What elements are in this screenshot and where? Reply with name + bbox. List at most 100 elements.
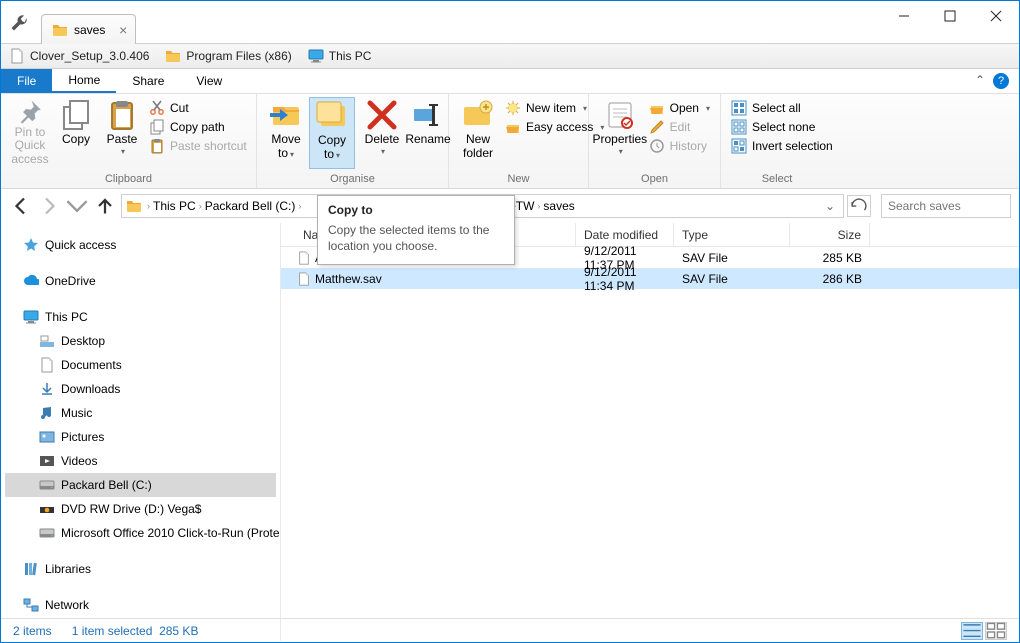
view-icons-button[interactable]	[985, 622, 1007, 640]
tree-this-pc[interactable]: This PC	[5, 305, 276, 329]
hdd-icon	[39, 477, 55, 493]
edit-button[interactable]: Edit	[645, 118, 714, 136]
search-input[interactable]	[888, 199, 1020, 213]
copy-button[interactable]: Copy	[53, 97, 99, 169]
view-details-button[interactable]	[961, 622, 983, 640]
tree-videos[interactable]: Videos	[5, 449, 276, 473]
bookmark-label: Clover_Setup_3.0.406	[30, 49, 149, 63]
window-minimize-button[interactable]	[881, 1, 927, 31]
bookmark-item[interactable]: Program Files (x86)	[165, 48, 291, 64]
open-button[interactable]: Open▾	[645, 99, 714, 117]
label: Network	[45, 598, 89, 612]
pictures-icon	[39, 429, 55, 445]
window-maximize-button[interactable]	[927, 1, 973, 31]
tree-network[interactable]: Network	[5, 593, 276, 617]
rename-button[interactable]: Rename	[405, 97, 451, 169]
window-close-button[interactable]	[973, 1, 1019, 31]
delete-button[interactable]: Delete▾	[359, 97, 405, 169]
label: Rename	[405, 133, 450, 147]
ribbon-collapse-icon[interactable]: ⌃	[975, 73, 985, 87]
cut-button[interactable]: Cut	[145, 99, 251, 117]
select-none-icon	[731, 119, 747, 135]
tab-home[interactable]: Home	[52, 69, 116, 93]
breadcrumb-item[interactable]: Packard Bell (C:)›	[205, 199, 302, 213]
tooltip-title: Copy to	[328, 203, 504, 217]
tree-music[interactable]: Music	[5, 401, 276, 425]
group-label-new: New	[455, 173, 582, 187]
status-selection: 1 item selected 285 KB	[72, 624, 199, 638]
tree-pictures[interactable]: Pictures	[5, 425, 276, 449]
network-icon	[23, 597, 39, 613]
nav-history-dropdown[interactable]	[65, 194, 89, 218]
crumb-label: saves	[543, 199, 574, 213]
label: Downloads	[61, 382, 120, 396]
copy-to-button[interactable]: Copy to▾	[309, 97, 355, 169]
file-name: Matthew.sav	[315, 272, 382, 286]
file-icon	[297, 272, 311, 286]
search-box[interactable]	[881, 194, 1011, 218]
tree-desktop[interactable]: Desktop	[5, 329, 276, 353]
properties-icon	[604, 99, 636, 131]
tree-quick-access[interactable]: Quick access	[5, 233, 276, 257]
tree-dvd-drive[interactable]: DVD RW Drive (D:) Vega$	[5, 497, 276, 521]
paste-shortcut-button[interactable]: Paste shortcut	[145, 137, 251, 155]
move-to-icon	[270, 99, 302, 131]
select-none-button[interactable]: Select none	[727, 118, 837, 136]
address-dropdown-icon[interactable]: ⌄	[821, 199, 839, 213]
label: Properties	[592, 133, 647, 147]
folder-icon	[126, 198, 142, 214]
new-folder-button[interactable]: New folder	[455, 97, 501, 169]
copy-path-button[interactable]: Copy path	[145, 118, 251, 136]
tab-close-icon[interactable]: ×	[119, 22, 127, 38]
move-to-button[interactable]: Move to▾	[263, 97, 309, 169]
file-size: 286 KB	[790, 272, 870, 286]
navigation-tree: Quick access OneDrive This PC Desktop Do…	[1, 223, 281, 641]
tab-view[interactable]: View	[180, 69, 238, 93]
column-type[interactable]: Type	[674, 223, 790, 246]
rename-icon	[412, 99, 444, 131]
tree-drive-c[interactable]: Packard Bell (C:)	[5, 473, 276, 497]
tab-share[interactable]: Share	[116, 69, 180, 93]
nav-forward-button[interactable]	[37, 194, 61, 218]
tree-office-drive[interactable]: Microsoft Office 2010 Click-to-Run (Prot…	[5, 521, 276, 545]
tree-libraries[interactable]: Libraries	[5, 557, 276, 581]
label: Pictures	[61, 430, 104, 444]
breadcrumb-item[interactable]: This PC›	[153, 199, 202, 213]
group-label-open: Open	[595, 173, 714, 187]
refresh-button[interactable]	[847, 195, 871, 217]
tab-file[interactable]: File	[1, 69, 52, 93]
tree-downloads[interactable]: Downloads	[5, 377, 276, 401]
label: Open	[670, 101, 699, 115]
path-icon	[149, 119, 165, 135]
label: Edit	[670, 120, 691, 134]
paste-icon	[106, 99, 138, 131]
documents-icon	[39, 357, 55, 373]
nav-back-button[interactable]	[9, 194, 33, 218]
column-size[interactable]: Size	[790, 223, 870, 246]
ribbon: Pin to Quick access Copy Paste ▾ Cut Cop…	[1, 94, 1019, 189]
tree-onedrive[interactable]: OneDrive	[5, 269, 276, 293]
properties-button[interactable]: Properties▾	[595, 97, 645, 169]
help-icon[interactable]: ?	[993, 73, 1009, 89]
label: Paste shortcut	[170, 139, 247, 153]
select-all-button[interactable]: Select all	[727, 99, 837, 117]
nav-up-button[interactable]	[93, 194, 117, 218]
bookmark-item[interactable]: This PC	[308, 48, 372, 64]
folder-icon	[165, 48, 181, 64]
group-label-clipboard: Clipboard	[7, 173, 250, 187]
browser-tab-saves[interactable]: saves ×	[41, 14, 136, 44]
pin-to-quick-access-button[interactable]: Pin to Quick access	[7, 97, 53, 169]
invert-selection-button[interactable]: Invert selection	[727, 137, 837, 155]
downloads-icon	[39, 381, 55, 397]
history-button[interactable]: History	[645, 137, 714, 155]
clover-tab-bar: saves ×	[1, 1, 1019, 43]
settings-wrench-icon[interactable]	[9, 13, 29, 33]
label: Videos	[61, 454, 97, 468]
tree-documents[interactable]: Documents	[5, 353, 276, 377]
dvd-icon	[39, 501, 55, 517]
paste-button[interactable]: Paste ▾	[99, 97, 145, 169]
breadcrumb-item[interactable]: saves	[543, 199, 574, 213]
bookmark-item[interactable]: Clover_Setup_3.0.406	[9, 48, 149, 64]
ribbon-tabs: File Home Share View ⌃ ?	[1, 69, 1019, 94]
file-row[interactable]: Matthew.sav 9/12/2011 11:34 PM SAV File …	[281, 268, 1019, 289]
